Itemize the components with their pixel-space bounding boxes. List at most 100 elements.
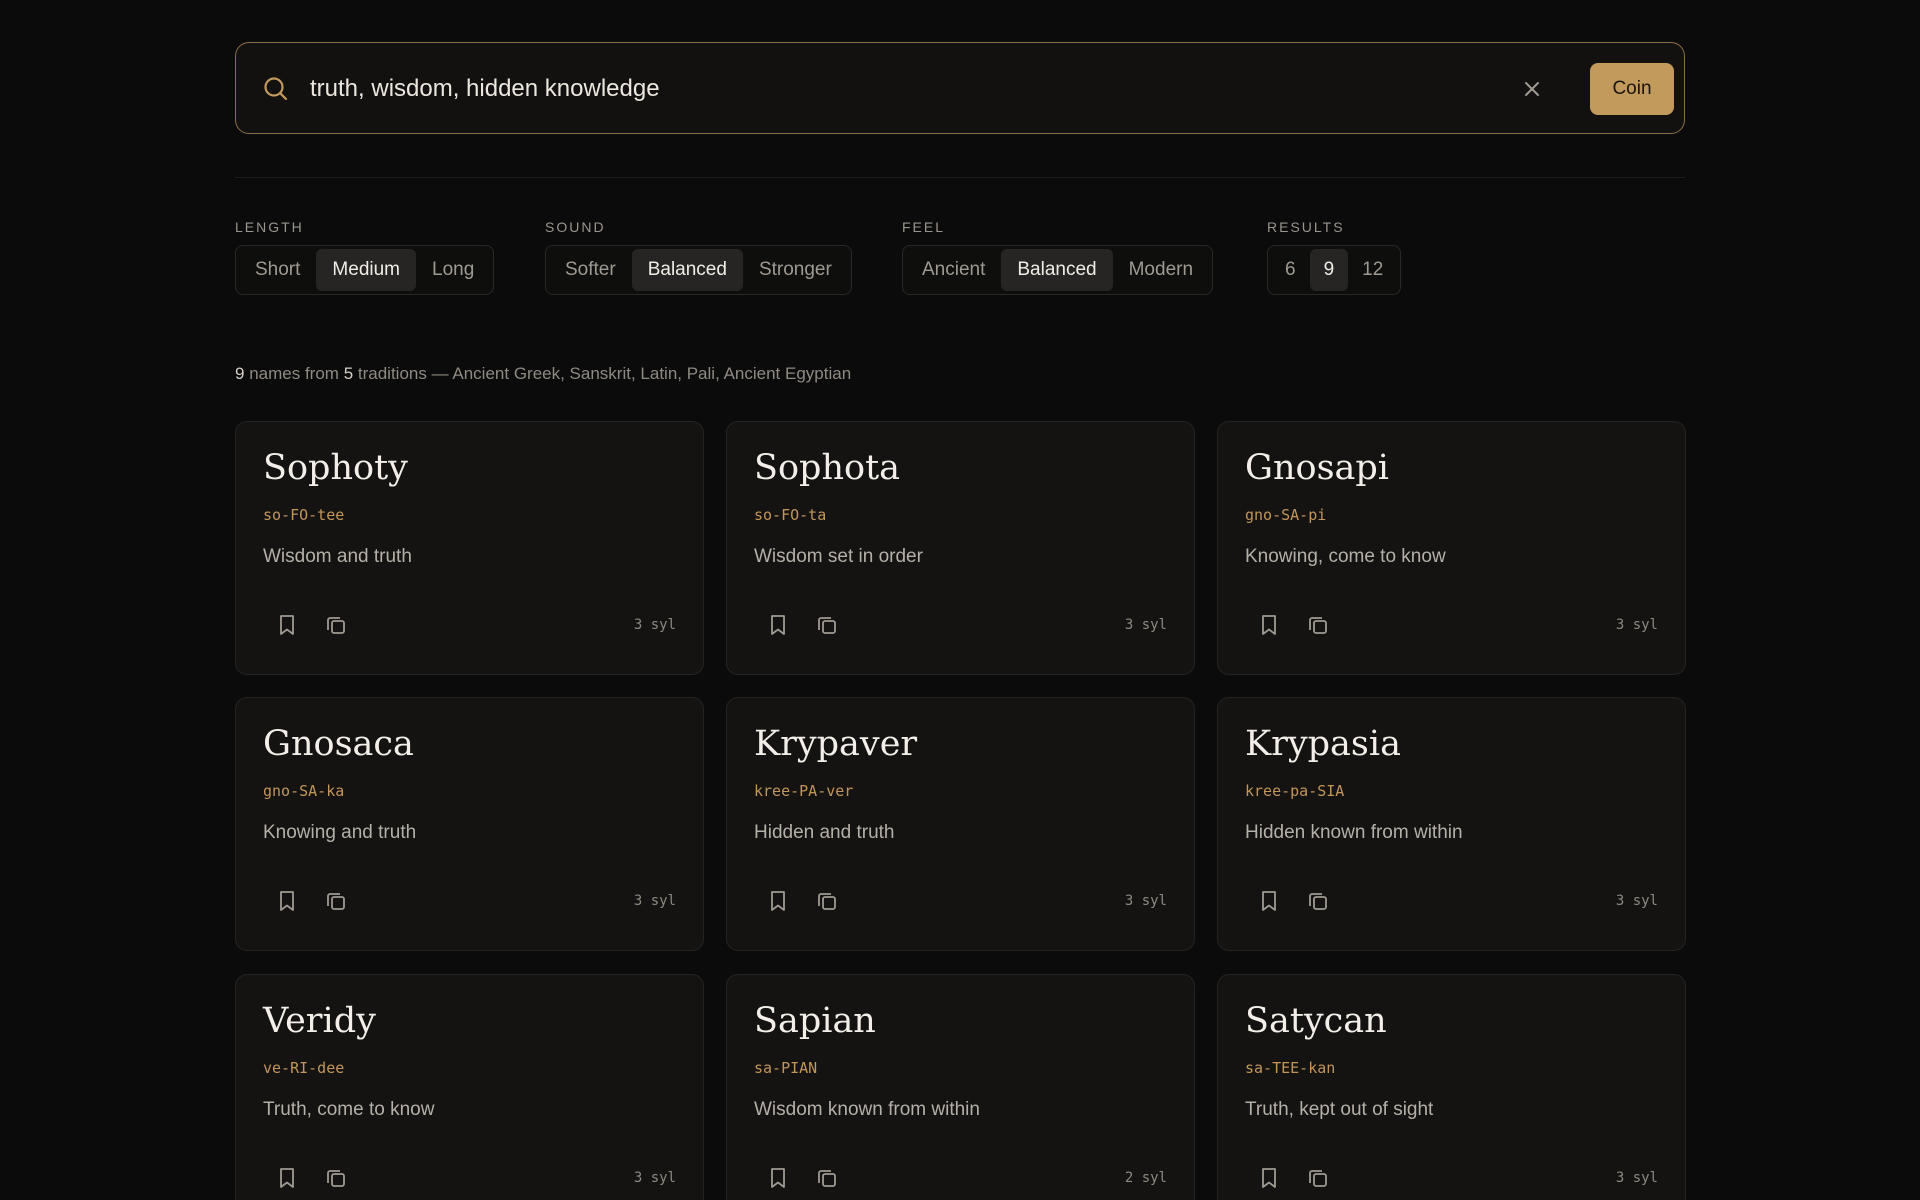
- copy-button[interactable]: [320, 1162, 352, 1194]
- copy-button[interactable]: [320, 609, 352, 641]
- filter-length-label: LENGTH: [235, 219, 304, 235]
- card-meaning: Knowing, come to know: [1245, 546, 1446, 567]
- name-card: Sophoty so-FO-tee Wisdom and truth 3 syl: [235, 421, 704, 675]
- card-syllables: 3 syl: [633, 617, 676, 633]
- name-card: Gnosaca gno-SA-ka Knowing and truth 3 syl: [235, 697, 704, 951]
- summary-tradition-count: 5: [343, 364, 354, 383]
- filter-results: RESULTS 6 9 12: [1267, 218, 1402, 295]
- card-name: Veridy: [263, 1001, 376, 1041]
- save-button[interactable]: [271, 1162, 303, 1194]
- copy-button[interactable]: [320, 885, 352, 917]
- card-pronunciation: gno-SA-pi: [1245, 506, 1327, 524]
- card-syllables: 3 syl: [1124, 893, 1167, 909]
- filter-sound: SOUND Softer Balanced Stronger: [545, 218, 852, 295]
- save-button[interactable]: [762, 609, 794, 641]
- name-card: Satycan sa-TEE-kan Truth, kept out of sigh…: [1217, 974, 1686, 1200]
- copy-button[interactable]: [811, 885, 843, 917]
- results-option-9[interactable]: 9: [1309, 249, 1349, 291]
- card-syllables: 3 syl: [1615, 1170, 1658, 1186]
- copy-icon: [818, 893, 836, 910]
- card-syllables: 3 syl: [1124, 617, 1167, 633]
- summary-names-from: names from: [249, 364, 339, 383]
- copy-button[interactable]: [1302, 1162, 1334, 1194]
- close-icon: [1525, 82, 1539, 96]
- search-input[interactable]: [310, 67, 1510, 111]
- save-button[interactable]: [1253, 885, 1285, 917]
- card-pronunciation: kree-PA-ver: [754, 782, 854, 800]
- card-meaning: Wisdom known from within: [754, 1099, 980, 1120]
- card-syllables: 3 syl: [1615, 617, 1658, 633]
- feel-segmented-control: Ancient Balanced Modern: [902, 245, 1214, 295]
- filter-length: LENGTH Short Medium Long: [235, 218, 495, 295]
- copy-button[interactable]: [1302, 609, 1334, 641]
- results-option-6[interactable]: 6: [1271, 249, 1310, 291]
- search-icon: [262, 75, 290, 103]
- copy-icon: [818, 1170, 836, 1187]
- card-pronunciation: so-FO-tee: [263, 506, 345, 524]
- length-option-short[interactable]: Short: [239, 249, 316, 291]
- sound-segmented-control: Softer Balanced Stronger: [545, 245, 852, 295]
- card-pronunciation: sa-PIAN: [754, 1059, 818, 1077]
- save-button[interactable]: [1253, 1162, 1285, 1194]
- save-button[interactable]: [271, 609, 303, 641]
- card-name: Gnosapi: [1245, 448, 1389, 488]
- card-syllables: 2 syl: [1124, 1170, 1167, 1186]
- length-option-long[interactable]: Long: [416, 249, 490, 291]
- length-option-medium[interactable]: Medium: [316, 249, 416, 291]
- save-button[interactable]: [271, 885, 303, 917]
- copy-button[interactable]: [811, 609, 843, 641]
- card-syllables: 3 syl: [633, 893, 676, 909]
- results-option-12[interactable]: 12: [1348, 249, 1397, 291]
- copy-icon: [1309, 1170, 1327, 1187]
- copy-icon: [818, 617, 836, 634]
- feel-option-ancient[interactable]: Ancient: [906, 249, 1001, 291]
- name-card: Krypaver kree-PA-ver Hidden and truth 3 syl: [726, 697, 1195, 951]
- copy-button[interactable]: [1302, 885, 1334, 917]
- copy-icon: [1309, 893, 1327, 910]
- sound-option-softer[interactable]: Softer: [549, 249, 632, 291]
- card-meaning: Hidden known from within: [1245, 822, 1463, 843]
- copy-icon: [1309, 617, 1327, 634]
- bookmark-icon: [1262, 891, 1276, 911]
- summary-traditions: Ancient Greek, Sanskrit, Latin, Pali, An…: [452, 364, 852, 383]
- card-name: Satycan: [1245, 1001, 1387, 1041]
- copy-button[interactable]: [811, 1162, 843, 1194]
- bookmark-icon: [1262, 1168, 1276, 1188]
- card-syllables: 3 syl: [1615, 893, 1658, 909]
- search-bar: Coin: [235, 42, 1685, 134]
- card-meaning: Knowing and truth: [263, 822, 417, 843]
- filter-results-label: RESULTS: [1267, 219, 1345, 235]
- card-name: Krypasia: [1245, 724, 1401, 764]
- filter-feel: FEEL Ancient Balanced Modern: [902, 218, 1214, 295]
- card-meaning: Truth, kept out of sight: [1245, 1099, 1434, 1120]
- name-card: Sapian sa-PIAN Wisdom known from within 2 s…: [726, 974, 1195, 1200]
- name-card: Veridy ve-RI-dee Truth, come to know 3 syl: [235, 974, 704, 1200]
- card-pronunciation: gno-SA-ka: [263, 782, 345, 800]
- filter-feel-label: FEEL: [902, 219, 946, 235]
- card-pronunciation: ve-RI-dee: [263, 1059, 345, 1077]
- bookmark-icon: [771, 615, 785, 635]
- sound-option-stronger[interactable]: Stronger: [743, 249, 848, 291]
- results-segmented-control: 6 9 12: [1267, 245, 1402, 295]
- bookmark-icon: [771, 891, 785, 911]
- bookmark-icon: [280, 891, 294, 911]
- card-meaning: Truth, come to know: [263, 1099, 435, 1120]
- clear-search-button[interactable]: [1516, 73, 1548, 105]
- coin-button[interactable]: Coin: [1590, 63, 1674, 115]
- bookmark-icon: [280, 1168, 294, 1188]
- save-button[interactable]: [1253, 609, 1285, 641]
- feel-option-modern[interactable]: Modern: [1113, 249, 1209, 291]
- name-card: Gnosapi gno-SA-pi Knowing, come to know 3 s…: [1217, 421, 1686, 675]
- save-button[interactable]: [762, 1162, 794, 1194]
- card-pronunciation: kree-pa-SIA: [1245, 782, 1345, 800]
- card-pronunciation: sa-TEE-kan: [1245, 1059, 1336, 1077]
- card-name: Sapian: [754, 1001, 876, 1041]
- card-meaning: Hidden and truth: [754, 822, 895, 843]
- card-pronunciation: so-FO-ta: [754, 506, 827, 524]
- save-button[interactable]: [762, 885, 794, 917]
- sound-option-balanced[interactable]: Balanced: [631, 249, 743, 291]
- filter-sound-label: SOUND: [545, 219, 606, 235]
- copy-icon: [327, 893, 345, 910]
- feel-option-balanced[interactable]: Balanced: [1001, 249, 1113, 291]
- card-name: Gnosaca: [263, 724, 414, 764]
